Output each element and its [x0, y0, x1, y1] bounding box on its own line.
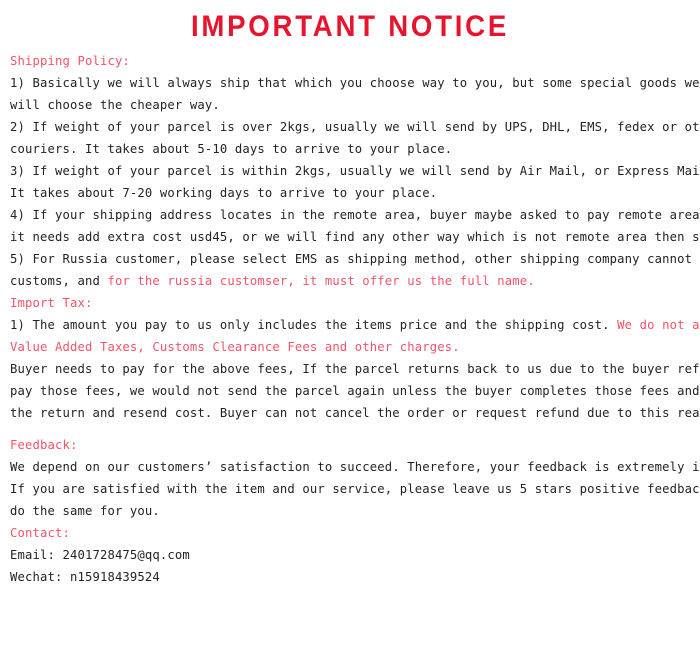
- shipping-policy-line-4: couriers. It takes about 5-10 days to ar…: [10, 141, 453, 156]
- import-tax-line-1: 1) The amount you pay to us only include…: [10, 314, 700, 336]
- import-tax-line-1-black: 1) The amount you pay to us only include…: [10, 317, 618, 332]
- shipping-policy-line-7: 4) If your shipping address locates in t…: [10, 207, 700, 222]
- shipping-policy-line-9: 5) For Russia customer, please select EM…: [10, 251, 700, 266]
- import-tax-line-1-highlight: We do not add Duties,: [617, 317, 700, 332]
- shipping-policy-line-5: 3) If weight of your parcel is within 2k…: [10, 163, 700, 178]
- section-heading-import-tax: Import Tax:: [10, 295, 93, 310]
- contact-wechat: Wechat: n15918439524: [10, 569, 160, 584]
- shipping-policy-line-3: 2) If weight of your parcel is over 2kgs…: [10, 119, 700, 134]
- import-tax-line-3: Buyer needs to pay for the above fees, I…: [10, 361, 700, 376]
- section-heading-shipping-policy: Shipping Policy:: [10, 53, 130, 68]
- import-tax-line-2-highlight: Value Added Taxes, Customs Clearance Fee…: [10, 339, 460, 354]
- section-heading-contact: Contact:: [10, 525, 70, 540]
- section-heading-feedback: Feedback:: [10, 437, 78, 452]
- feedback-line-2: If you are satisfied with the item and o…: [10, 481, 700, 496]
- notice-body: Shipping Policy: 1) Basically we will al…: [0, 50, 700, 588]
- russia-note-prefix: customs, and: [10, 273, 108, 288]
- shipping-policy-line-1: 1) Basically we will always ship that wh…: [10, 75, 700, 90]
- shipping-policy-line-2: will choose the cheaper way.: [10, 97, 220, 112]
- shipping-policy-line-6: It takes about 7-20 working days to arri…: [10, 185, 438, 200]
- import-tax-line-4: pay those fees, we would not send the pa…: [10, 383, 700, 398]
- russia-note-highlight: for the russia customser, it must offer …: [107, 273, 535, 288]
- shipping-policy-line-10: customs, and for the russia customser, i…: [10, 270, 682, 292]
- contact-email: Email: 2401728475@qq.com: [10, 547, 190, 562]
- feedback-line-1: We depend on our customers’ satisfaction…: [10, 459, 700, 474]
- shipping-policy-line-8: it needs add extra cost usd45, or we wil…: [10, 229, 700, 244]
- page-title: IMPORTANT NOTICE: [190, 10, 510, 43]
- important-notice-page: IMPORTANT NOTICE Shipping Policy: 1) Bas…: [0, 0, 700, 655]
- import-tax-line-5: the return and resend cost. Buyer can no…: [10, 405, 700, 420]
- feedback-line-3: do the same for you.: [10, 503, 160, 518]
